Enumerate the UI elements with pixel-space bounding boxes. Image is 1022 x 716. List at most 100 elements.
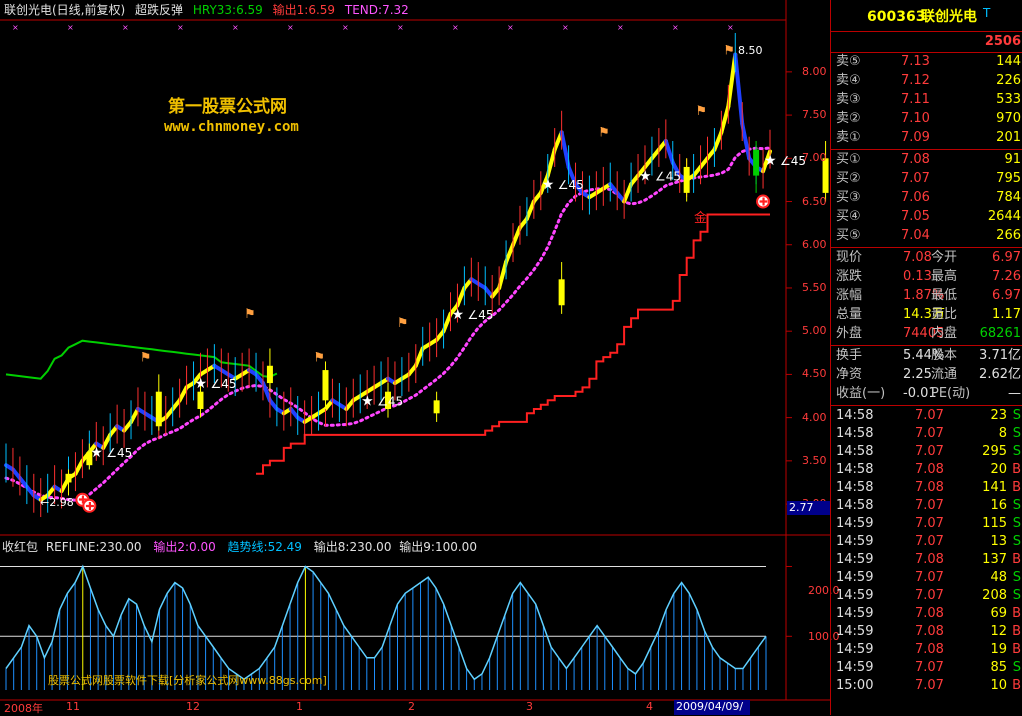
- runner-marker: ⚑: [314, 350, 326, 365]
- tick-row: 14:59 7.08 137 B: [831, 551, 1022, 569]
- tick-time: 14:59: [836, 642, 874, 657]
- stat-label: 收益(一): [836, 386, 886, 401]
- sell-volume: 144: [996, 54, 1021, 69]
- buy-volume: 784: [996, 190, 1021, 205]
- sell-row: 卖② 7.10 970: [831, 110, 1022, 128]
- buy-price: 7.05: [901, 209, 930, 224]
- tick-price: 7.07: [915, 408, 944, 423]
- candle-body: [266, 365, 273, 384]
- tick-side: S: [1012, 444, 1021, 459]
- stat-value: 6.97: [992, 288, 1021, 303]
- stat-label: 总量: [836, 307, 863, 322]
- runner-marker: ⚑: [397, 316, 409, 331]
- tick-time: 14:58: [836, 498, 874, 513]
- tick-time: 14:58: [836, 426, 874, 441]
- main-line-segment: [524, 199, 536, 221]
- top-marker: ×: [452, 23, 459, 32]
- tick-time: 14:58: [836, 444, 874, 459]
- stat-value: 68261: [979, 326, 1021, 341]
- candle-body: [65, 473, 72, 483]
- sell-label: 卖①: [836, 130, 861, 145]
- top-marker: ×: [122, 23, 129, 32]
- tick-volume: 12: [990, 624, 1007, 639]
- tick-price: 7.07: [915, 534, 944, 549]
- buy-label: 买③: [836, 190, 861, 205]
- stat-value: 7.26: [992, 269, 1021, 284]
- indicator-name: 超跌反弹: [135, 3, 184, 17]
- sell-volume: 970: [996, 111, 1021, 126]
- candle-body: [558, 279, 565, 306]
- tick-side: S: [1012, 426, 1021, 441]
- time-year: 2008年: [4, 702, 43, 715]
- top-marker: ×: [342, 23, 349, 32]
- kline-chart[interactable]: × × × × × × × × × × × × × ×★ ∠45★ ∠45★ ∠45★ ∠45★ ∠45★ ∠45★ ∠…: [0, 0, 830, 715]
- stat-label: 量比: [931, 307, 958, 322]
- current-price-box: 2.77: [787, 501, 831, 515]
- tick-row: 14:58 7.07 23 S: [831, 407, 1022, 425]
- stat-label: 今开: [931, 250, 958, 265]
- tick-time: 14:59: [836, 516, 874, 531]
- main-line-segment: [622, 182, 634, 204]
- tick-volume: 137: [982, 552, 1007, 567]
- main-line-segment: [260, 381, 272, 403]
- top-marker: ×: [12, 23, 19, 32]
- candle-body: [155, 391, 162, 427]
- tick-time: 14:59: [836, 588, 874, 603]
- stock-name: 联创光电: [921, 9, 977, 25]
- output1-value: 输出1:6.59: [272, 3, 336, 17]
- sub-name: 收红包: [2, 540, 39, 554]
- tick-row: 14:58 7.07 8 S: [831, 425, 1022, 443]
- stock-code: 600363: [867, 9, 926, 25]
- tick-volume: 85: [990, 660, 1007, 675]
- tend-value: TEND:7.32: [344, 3, 409, 17]
- tick-row: 14:59 7.07 48 S: [831, 569, 1022, 587]
- stat-label: 股本: [931, 348, 958, 363]
- stat-value: 2.25: [903, 367, 932, 382]
- stat-label: 换手: [836, 348, 863, 363]
- sell-volume: 533: [996, 92, 1021, 107]
- main-line-segment: [177, 385, 189, 403]
- top-marker: ×: [507, 23, 514, 32]
- main-line-segment: [413, 346, 425, 368]
- tick-side: B: [1012, 606, 1021, 621]
- output9: 输出9:100.00: [399, 540, 477, 554]
- top-marker: ×: [397, 23, 404, 32]
- stat-row: 现价 7.08 今开 6.97: [831, 249, 1022, 267]
- quote-num: 2506: [984, 34, 1021, 49]
- angle-label: ∠45: [558, 178, 584, 192]
- watermark-url: www.chnmoney.com: [164, 119, 299, 135]
- tick-price: 7.08: [915, 552, 944, 567]
- tick-side: B: [1012, 624, 1021, 639]
- time-m11: 11: [66, 700, 80, 713]
- time-m1: 1: [296, 700, 303, 713]
- tick-price: 7.08: [915, 480, 944, 495]
- tick-side: B: [1012, 462, 1021, 477]
- tick-time: 14:59: [836, 624, 874, 639]
- main-line-segment: [733, 52, 745, 126]
- tick-volume: 16: [990, 498, 1007, 513]
- buy-label: 买①: [836, 152, 861, 167]
- stat-label: 外盘: [836, 326, 863, 341]
- tick-side: B: [1012, 480, 1021, 495]
- top-marker: ×: [562, 23, 569, 32]
- tick-volume: 20: [990, 462, 1007, 477]
- sell-price: 7.11: [901, 92, 930, 107]
- angle-label: ∠45: [655, 170, 681, 184]
- main-line-segment: [504, 242, 516, 265]
- tick-row: 14:59 7.08 69 B: [831, 605, 1022, 623]
- low-label: ←2.98: [40, 496, 74, 509]
- tick-row: 14:59 7.07 208 S: [831, 587, 1022, 605]
- sub-header: 收红包 REFLINE:230.00 输出2:0.00 趋势线:52.49 输出…: [2, 540, 477, 554]
- time-m3: 3: [526, 700, 533, 713]
- tick-row: 14:58 7.07 16 S: [831, 497, 1022, 515]
- watermark-title: 第一股票公式网: [168, 97, 287, 117]
- buy-label: 买④: [836, 209, 861, 224]
- tick-volume: 10: [990, 678, 1007, 693]
- candle-body: [322, 370, 329, 401]
- time-cursor-box: 2009/04/09/: [674, 700, 750, 715]
- tick-side: S: [1012, 570, 1021, 585]
- stat-value: 6.97: [992, 250, 1021, 265]
- tick-price: 7.08: [915, 624, 944, 639]
- tick-time: 14:58: [836, 462, 874, 477]
- buy-label: 买⑤: [836, 228, 861, 243]
